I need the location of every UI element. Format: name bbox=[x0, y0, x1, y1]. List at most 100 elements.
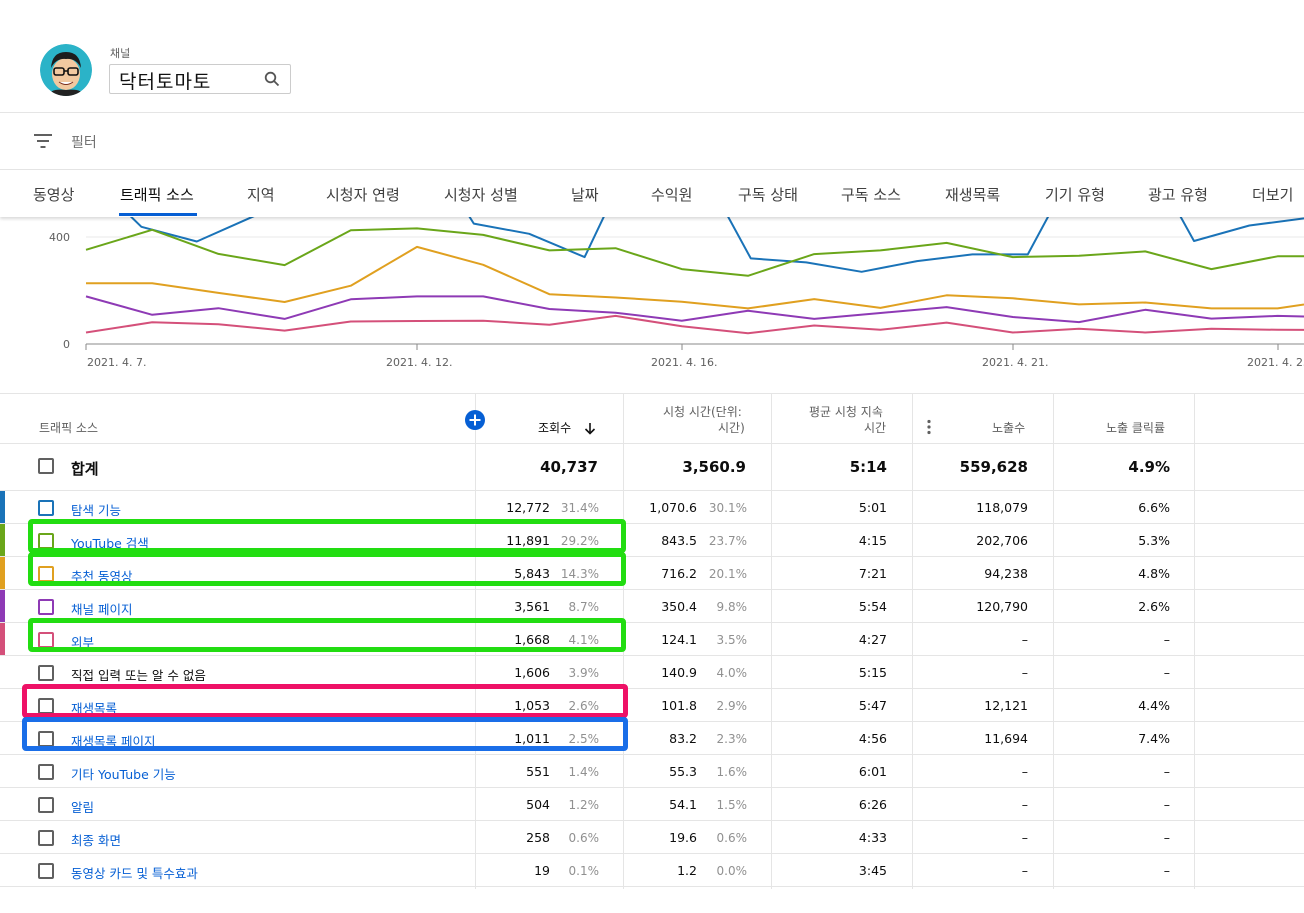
traffic-source-link[interactable]: 기타 YouTube 기능 bbox=[71, 764, 176, 783]
tab-playlist[interactable]: 재생목록 bbox=[945, 184, 1000, 205]
row-divider bbox=[0, 754, 1304, 755]
tab-videos[interactable]: 동영상 bbox=[33, 184, 74, 205]
x-tick-label: 2021. 4. 7. bbox=[87, 356, 146, 369]
tab-more[interactable]: 더보기 bbox=[1252, 184, 1293, 205]
traffic-source-link[interactable]: 알림 bbox=[71, 797, 94, 816]
watch-time-value: 124.1 bbox=[661, 632, 697, 647]
x-tick-label: 2021. 4. 25 bbox=[1247, 356, 1304, 369]
row-divider bbox=[0, 655, 1304, 656]
traffic-source-link[interactable]: 재생목록 페이지 bbox=[71, 731, 155, 750]
search-icon[interactable] bbox=[264, 71, 280, 87]
header-impressions[interactable]: 노출수 bbox=[992, 420, 1025, 437]
impressions-value: 11,694 bbox=[984, 731, 1028, 746]
column-divider bbox=[912, 394, 913, 889]
row-checkbox[interactable] bbox=[38, 698, 54, 714]
row-checkbox[interactable] bbox=[38, 599, 54, 615]
row-checkbox[interactable] bbox=[38, 632, 54, 648]
tab-date[interactable]: 날짜 bbox=[571, 184, 599, 205]
watch-time-percent: 2.3% bbox=[716, 732, 748, 746]
row-checkbox[interactable] bbox=[38, 764, 54, 780]
sort-down-icon[interactable] bbox=[584, 422, 596, 435]
avatar[interactable] bbox=[40, 44, 92, 96]
tab-revenue-source[interactable]: 수익원 bbox=[651, 184, 692, 205]
tab-device-type[interactable]: 기기 유형 bbox=[1045, 184, 1105, 205]
row-divider bbox=[0, 556, 1304, 557]
impressions-value: 12,121 bbox=[984, 698, 1028, 713]
ctr-value: – bbox=[1163, 830, 1170, 845]
row-checkbox[interactable] bbox=[38, 830, 54, 846]
y-tick-label: 400 bbox=[49, 231, 70, 244]
row-checkbox[interactable] bbox=[38, 797, 54, 813]
column-divider bbox=[623, 394, 624, 889]
add-metric-button[interactable] bbox=[465, 410, 485, 430]
traffic-source-link[interactable]: 탐색 기능 bbox=[71, 500, 121, 519]
more-vert-icon[interactable] bbox=[926, 419, 932, 435]
dimension-tabs: 동영상 트래픽 소스 지역 시청자 연령 시청자 성별 날짜 수익원 구독 상태… bbox=[0, 170, 1304, 217]
ctr-value: – bbox=[1163, 764, 1170, 779]
watch-time-percent: 3.5% bbox=[716, 633, 748, 647]
tab-viewer-gender[interactable]: 시청자 성별 bbox=[444, 184, 518, 205]
channel-name: 닥터토마토 bbox=[119, 71, 212, 93]
total-checkbox[interactable] bbox=[38, 458, 54, 474]
header-avg-view-duration[interactable]: 평균 시청 지속 bbox=[809, 404, 883, 421]
row-checkbox[interactable] bbox=[38, 533, 54, 549]
series-color-bar bbox=[0, 491, 5, 524]
row-divider bbox=[0, 622, 1304, 623]
views-percent: 31.4% bbox=[560, 501, 599, 515]
channel-selector[interactable]: 닥터토마토 bbox=[109, 64, 291, 94]
traffic-source-link[interactable]: 동영상 카드 및 특수효과 bbox=[71, 863, 198, 882]
row-checkbox[interactable] bbox=[38, 863, 54, 879]
total-watch-time: 3,560.9 bbox=[682, 458, 746, 476]
views-value: 258 bbox=[526, 830, 550, 845]
row-checkbox[interactable] bbox=[38, 665, 54, 681]
avg-duration-value: 7:21 bbox=[858, 566, 887, 581]
views-value: 504 bbox=[526, 797, 550, 812]
header-ctr[interactable]: 노출 클릭률 bbox=[1106, 420, 1165, 437]
watch-time-value: 1.2 bbox=[677, 863, 697, 878]
x-tick-label: 2021. 4. 21. bbox=[982, 356, 1048, 369]
tab-ad-type[interactable]: 광고 유형 bbox=[1148, 184, 1208, 205]
header-traffic-source[interactable]: 트래픽 소스 bbox=[39, 420, 98, 437]
filter-bar[interactable]: 필터 bbox=[0, 113, 1304, 170]
views-value: 5,843 bbox=[514, 566, 550, 581]
ctr-value: – bbox=[1163, 665, 1170, 680]
watch-time-percent: 30.1% bbox=[708, 501, 747, 515]
ctr-value: 7.4% bbox=[1138, 731, 1170, 746]
row-checkbox[interactable] bbox=[38, 566, 54, 582]
ctr-value: 4.4% bbox=[1138, 698, 1170, 713]
row-checkbox[interactable] bbox=[38, 731, 54, 747]
tab-geography[interactable]: 지역 bbox=[247, 184, 275, 205]
traffic-source-link[interactable]: 채널 페이지 bbox=[71, 599, 132, 618]
avg-duration-value: 3:45 bbox=[858, 863, 887, 878]
traffic-source-link[interactable]: 재생목록 bbox=[71, 698, 117, 717]
views-value: 12,772 bbox=[506, 500, 550, 515]
watch-time-value: 1,070.6 bbox=[649, 500, 697, 515]
header-views[interactable]: 조회수 bbox=[538, 420, 571, 437]
tab-traffic-source[interactable]: 트래픽 소스 bbox=[120, 184, 194, 205]
views-percent: 1.4% bbox=[568, 765, 600, 779]
series-color-bar bbox=[0, 557, 5, 590]
watch-time-percent: 1.5% bbox=[716, 798, 748, 812]
header-avg-view-duration-unit[interactable]: 시간 bbox=[864, 420, 886, 437]
views-percent: 3.9% bbox=[568, 666, 600, 680]
header-watch-time[interactable]: 시청 시간(단위: bbox=[663, 404, 742, 421]
tab-subscription-source[interactable]: 구독 소스 bbox=[841, 184, 901, 205]
impressions-value: – bbox=[1021, 665, 1028, 680]
traffic-source-link[interactable]: YouTube 검색 bbox=[71, 533, 149, 552]
row-checkbox[interactable] bbox=[38, 500, 54, 516]
tab-viewer-age[interactable]: 시청자 연령 bbox=[326, 184, 400, 205]
avg-duration-value: 4:15 bbox=[858, 533, 887, 548]
watch-time-percent: 2.9% bbox=[716, 699, 748, 713]
traffic-source-link[interactable]: 최종 화면 bbox=[71, 830, 121, 849]
avg-duration-value: 5:54 bbox=[858, 599, 887, 614]
row-divider bbox=[0, 490, 1304, 491]
series-line-1[interactable] bbox=[85, 227, 1304, 277]
tab-subscription-status[interactable]: 구독 상태 bbox=[738, 184, 798, 205]
watch-time-percent: 0.6% bbox=[716, 831, 748, 845]
series-line-0[interactable] bbox=[86, 217, 1304, 273]
header-watch-time-unit[interactable]: 시간) bbox=[718, 420, 745, 437]
avg-duration-value: 5:01 bbox=[858, 500, 887, 515]
traffic-source-link[interactable]: 외부 bbox=[71, 632, 94, 651]
traffic-source-link[interactable]: 추천 동영상 bbox=[71, 566, 132, 585]
series-line-2[interactable] bbox=[86, 245, 1304, 310]
